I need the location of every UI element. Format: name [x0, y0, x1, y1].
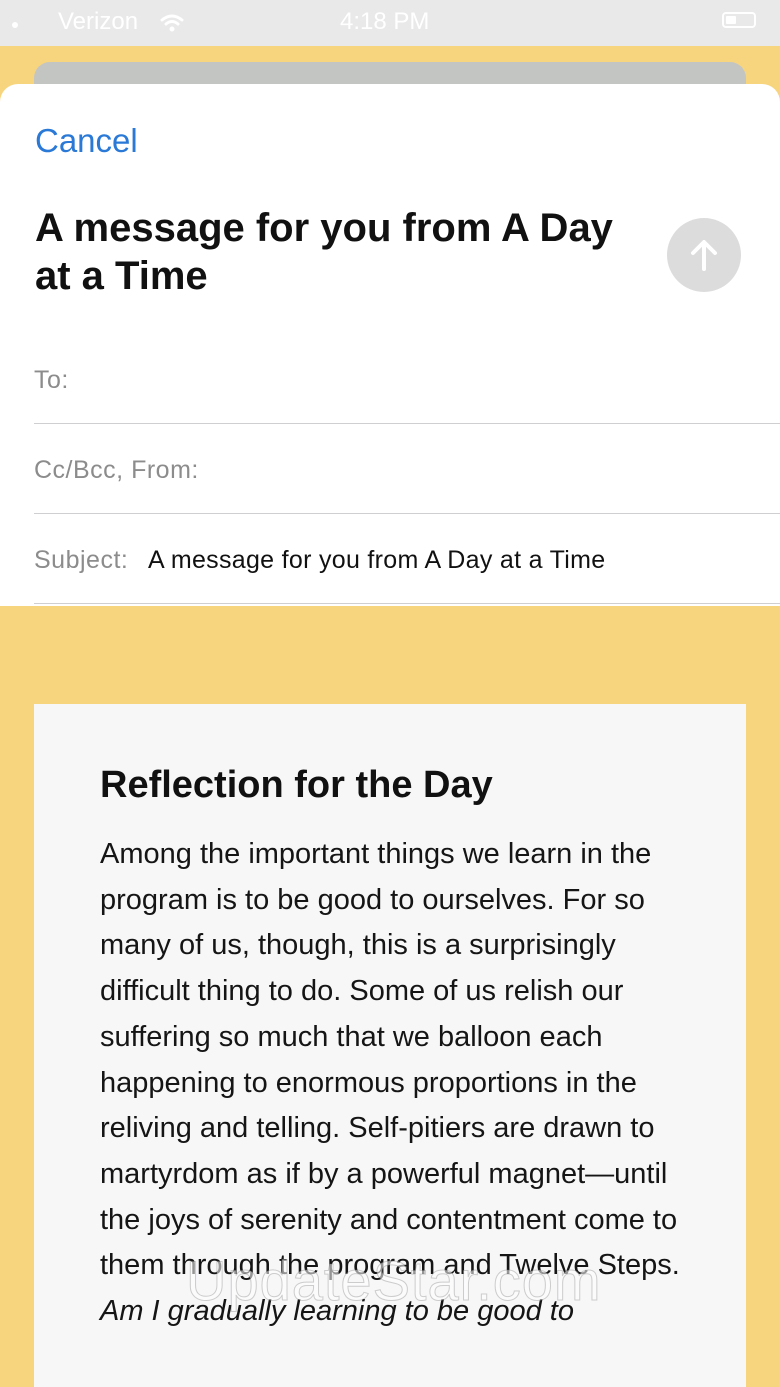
cc-bcc-from-label: Cc/Bcc, From:	[34, 456, 199, 484]
cc-bcc-from-field[interactable]: Cc/Bcc, From:	[34, 424, 780, 514]
compose-title: A message for you from A Day at a Time	[35, 206, 613, 298]
status-time: 4:18 PM	[340, 8, 430, 35]
subject-label: Subject:	[34, 546, 129, 574]
send-button[interactable]	[667, 218, 741, 292]
signal-icon	[12, 22, 18, 28]
to-label: To:	[34, 366, 69, 394]
to-field[interactable]: To:	[34, 334, 780, 424]
status-bar: Verizon 4:18 PM	[0, 0, 780, 46]
cancel-button[interactable]: Cancel	[35, 122, 138, 160]
reflection-heading: Reflection for the Day	[100, 764, 493, 806]
battery-icon	[722, 12, 756, 28]
reflection-paragraph: Among the important things we learn in t…	[100, 838, 680, 1282]
subject-value[interactable]: A message for you from A Day at a Time	[148, 546, 605, 575]
carrier-name: Verizon	[58, 8, 139, 35]
subject-field[interactable]: Subject: A message for you from A Day at…	[34, 514, 780, 604]
watermark: UpdateStar.com	[186, 1249, 602, 1313]
wifi-icon	[160, 12, 184, 40]
compose-sheet: Cancel A message for you from A Day at a…	[0, 84, 780, 606]
arrow-up-icon	[691, 240, 717, 271]
